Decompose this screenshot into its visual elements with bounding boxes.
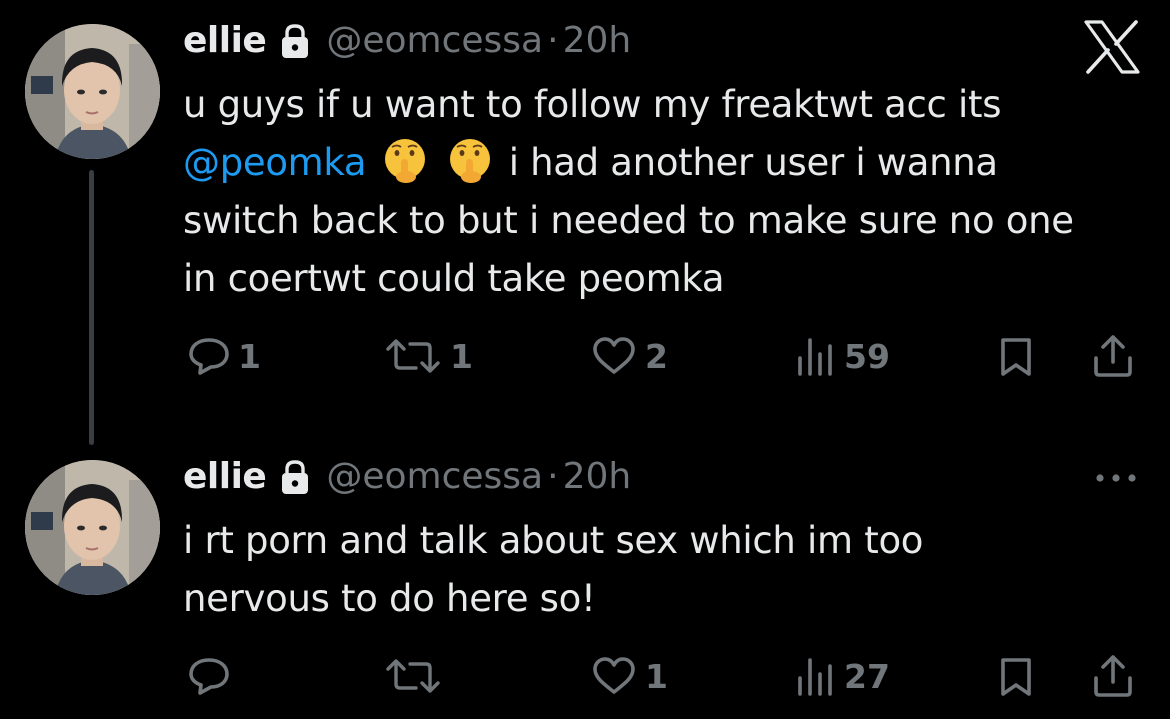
- tweet-text-part: u guys if u want to follow my freaktwt a…: [183, 83, 1002, 126]
- heart-icon: [593, 657, 635, 694]
- shushing-face-emoji-icon: [384, 139, 425, 183]
- timestamp[interactable]: 20h: [563, 456, 632, 497]
- user-handle[interactable]: @eomcessa: [326, 20, 543, 61]
- retweet-icon: [386, 659, 440, 693]
- retweet-button[interactable]: [384, 656, 442, 696]
- reply-button[interactable]: 1: [188, 336, 261, 376]
- timestamp[interactable]: 20h: [563, 20, 632, 61]
- share-button[interactable]: [1091, 654, 1135, 698]
- mention-link[interactable]: @peomka: [183, 141, 367, 184]
- views-button[interactable]: 27: [796, 656, 890, 696]
- separator-dot: ·: [547, 20, 559, 61]
- like-count: 2: [645, 336, 668, 376]
- share-icon: [1094, 335, 1132, 377]
- like-button[interactable]: 2: [591, 336, 668, 376]
- share-icon: [1094, 655, 1132, 697]
- reply-icon: [189, 658, 229, 695]
- tweet-header: ellie @eomcessa · 20h: [183, 456, 631, 497]
- thread-connector-line: [89, 170, 94, 445]
- bookmark-icon: [1001, 338, 1031, 376]
- lock-icon: [282, 459, 309, 494]
- bookmark-button[interactable]: [998, 336, 1034, 378]
- reply-count: 1: [238, 336, 261, 376]
- avatar[interactable]: [25, 460, 160, 595]
- retweet-count: 1: [450, 336, 473, 376]
- display-name[interactable]: ellie: [183, 20, 267, 61]
- views-button[interactable]: 59: [796, 336, 890, 376]
- tweet-text: i rt porn and talk about sex which im to…: [183, 519, 924, 620]
- more-options-icon[interactable]: [1094, 468, 1138, 488]
- separator-dot: ·: [547, 456, 559, 497]
- retweet-button[interactable]: 1: [384, 336, 473, 376]
- reply-button[interactable]: [188, 656, 230, 696]
- lock-icon: [282, 23, 309, 58]
- shushing-face-emoji-icon: [450, 139, 491, 183]
- views-count: 27: [844, 656, 890, 696]
- share-button[interactable]: [1091, 334, 1135, 378]
- retweet-icon: [386, 339, 440, 373]
- avatar[interactable]: [25, 24, 160, 159]
- views-count: 59: [844, 336, 890, 376]
- tweet-text: u guys if u want to follow my freaktwt a…: [183, 76, 1113, 308]
- x-logo-icon[interactable]: [1083, 20, 1141, 74]
- like-button[interactable]: 1: [591, 656, 668, 696]
- reply-icon: [189, 338, 229, 375]
- display-name[interactable]: ellie: [183, 456, 267, 497]
- heart-icon: [593, 337, 635, 374]
- user-handle[interactable]: @eomcessa: [326, 456, 543, 497]
- views-icon: [798, 338, 832, 376]
- bookmark-button[interactable]: [998, 656, 1034, 698]
- bookmark-icon: [1001, 658, 1031, 696]
- views-icon: [798, 658, 832, 696]
- tweet-header: ellie @eomcessa · 20h: [183, 20, 631, 61]
- like-count: 1: [645, 656, 668, 696]
